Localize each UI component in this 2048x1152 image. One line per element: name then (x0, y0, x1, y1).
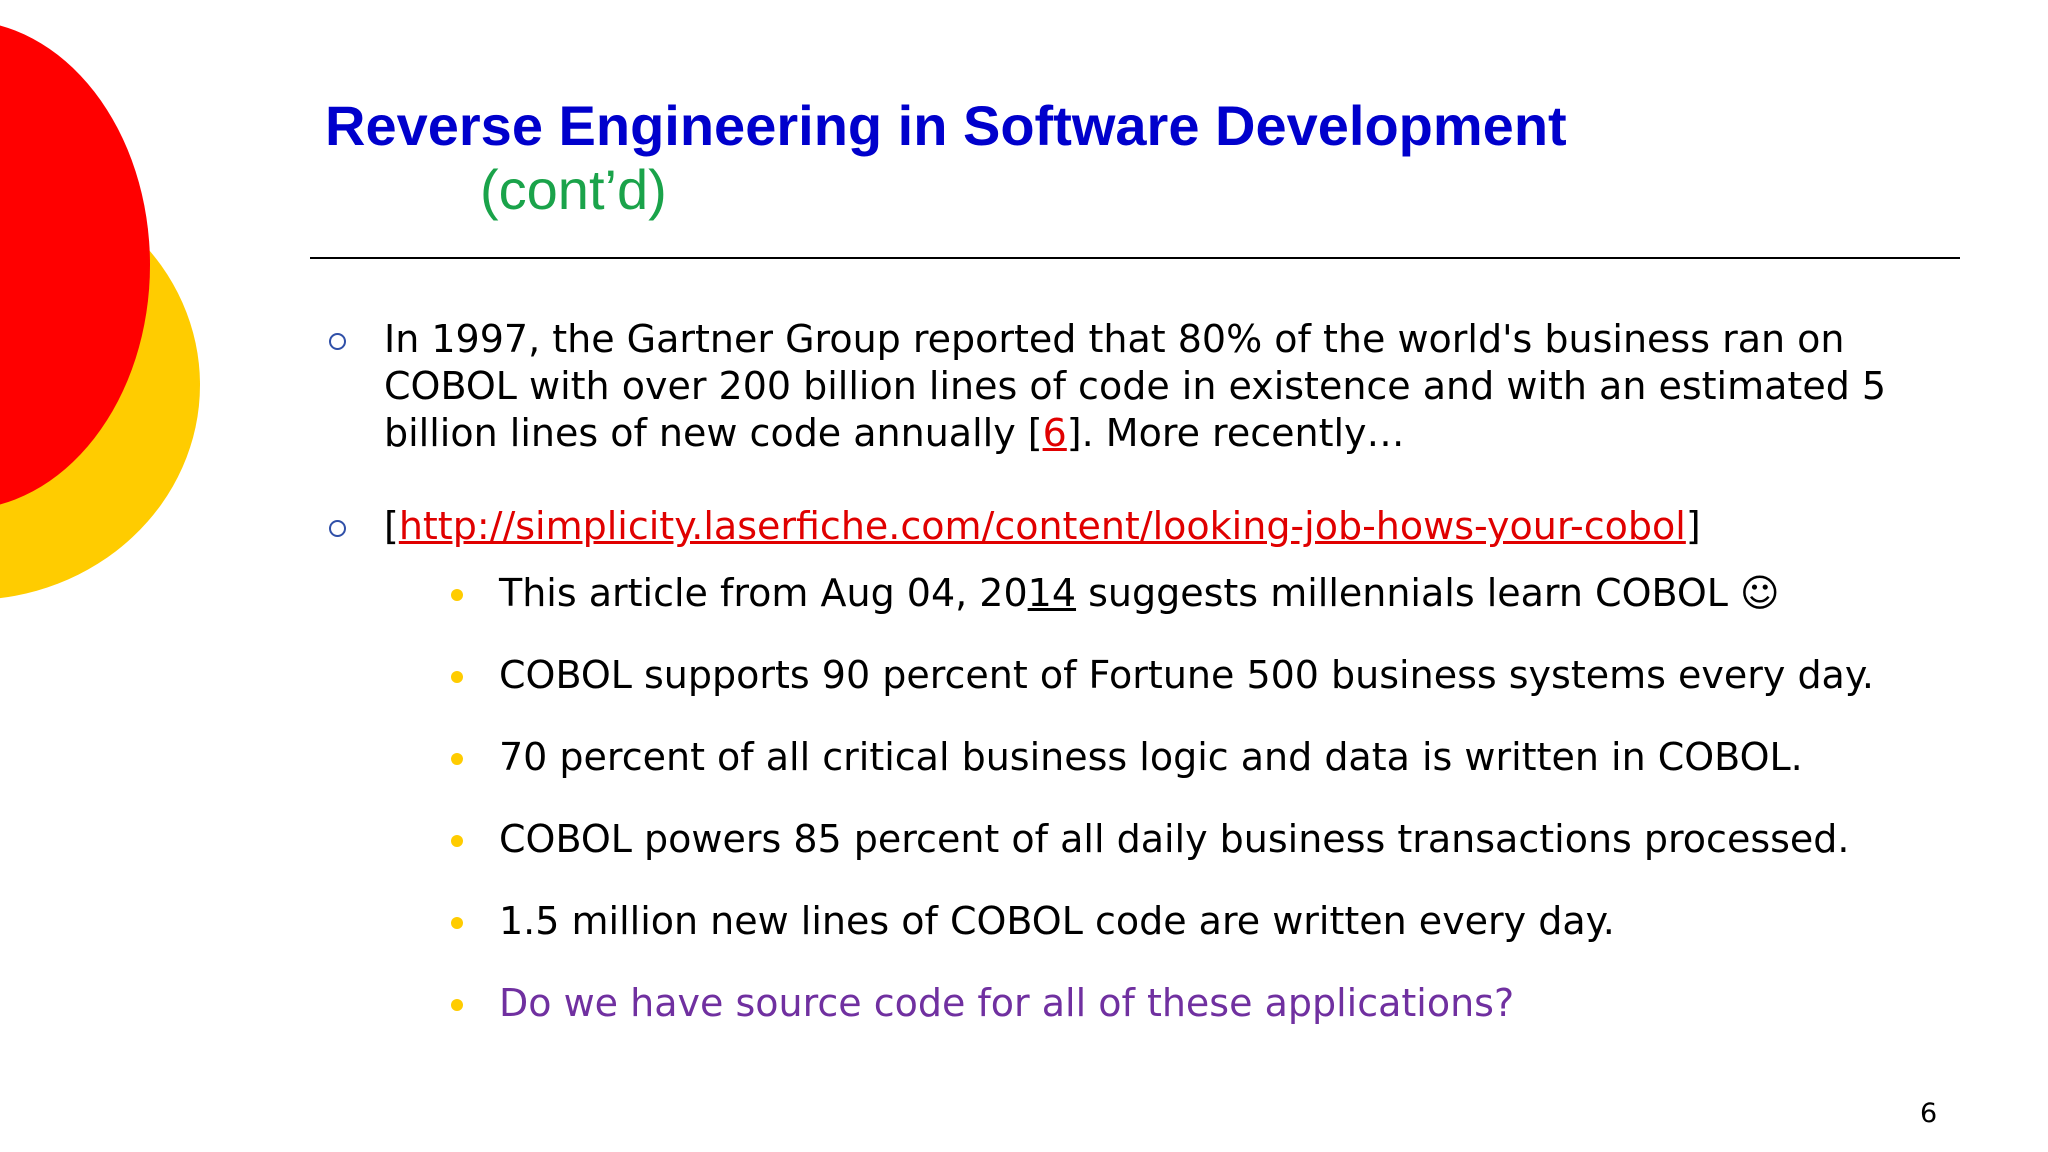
sub-bullet-text: COBOL supports 90 percent of Fortune 500… (499, 653, 1874, 697)
article-url-link[interactable]: http://simplicity.laserfiche.com/content… (399, 504, 1686, 548)
slide: Reverse Engineering in Software Developm… (0, 0, 2048, 1152)
sub-bullet-text: This article from Aug 04, 20 (499, 571, 1028, 615)
slide-subtitle: (cont’d) (480, 158, 667, 222)
underlined-year: 14 (1027, 571, 1077, 615)
sub-bullet-list: This article from Aug 04, 2014 suggests … (451, 570, 1960, 1027)
bullet-gartner: In 1997, the Gartner Group reported that… (320, 316, 1960, 457)
slide-content: In 1997, the Gartner Group reported that… (320, 316, 1960, 1027)
sub-bullet-text-end: suggests millennials learn COBOL ☺ (1076, 571, 1780, 615)
close-bracket: ] (1685, 504, 1701, 548)
yellow-dot-bullet-icon (451, 835, 463, 847)
sub-bullet-fortune-500: COBOL supports 90 percent of Fortune 500… (451, 652, 1960, 699)
sub-bullet-new-lines: 1.5 million new lines of COBOL code are … (451, 898, 1960, 945)
hollow-circle-bullet-icon (329, 333, 346, 350)
sub-bullet-transactions: COBOL powers 85 percent of all daily bus… (451, 816, 1960, 863)
open-bracket: [ (384, 504, 399, 548)
bullet-article-link: [http://simplicity.laserfiche.com/conten… (320, 503, 1960, 1027)
reference-link-6[interactable]: 6 (1043, 411, 1067, 455)
question-text: Do we have source code for all of these … (499, 981, 1515, 1025)
slide-title: Reverse Engineering in Software Developm… (325, 94, 1567, 157)
title-divider (310, 257, 1960, 259)
hollow-circle-bullet-icon (329, 520, 346, 537)
title-block: Reverse Engineering in Software Developm… (325, 92, 1567, 221)
yellow-dot-bullet-icon (451, 671, 463, 683)
sub-bullet-article: This article from Aug 04, 2014 suggests … (451, 570, 1960, 617)
page-number: 6 (1920, 1098, 1938, 1129)
sub-bullet-text: 70 percent of all critical business logi… (499, 735, 1803, 779)
sub-bullet-text: 1.5 million new lines of COBOL code are … (499, 899, 1615, 943)
yellow-dot-bullet-icon (451, 753, 463, 765)
yellow-dot-bullet-icon (451, 999, 463, 1011)
sub-bullet-business-logic: 70 percent of all critical business logi… (451, 734, 1960, 781)
sub-bullet-text: COBOL powers 85 percent of all daily bus… (499, 817, 1850, 861)
sub-bullet-question: Do we have source code for all of these … (451, 980, 1960, 1027)
bullet-text-end: ]. More recently… (1066, 411, 1405, 455)
yellow-dot-bullet-icon (451, 917, 463, 929)
yellow-dot-bullet-icon (451, 589, 463, 601)
